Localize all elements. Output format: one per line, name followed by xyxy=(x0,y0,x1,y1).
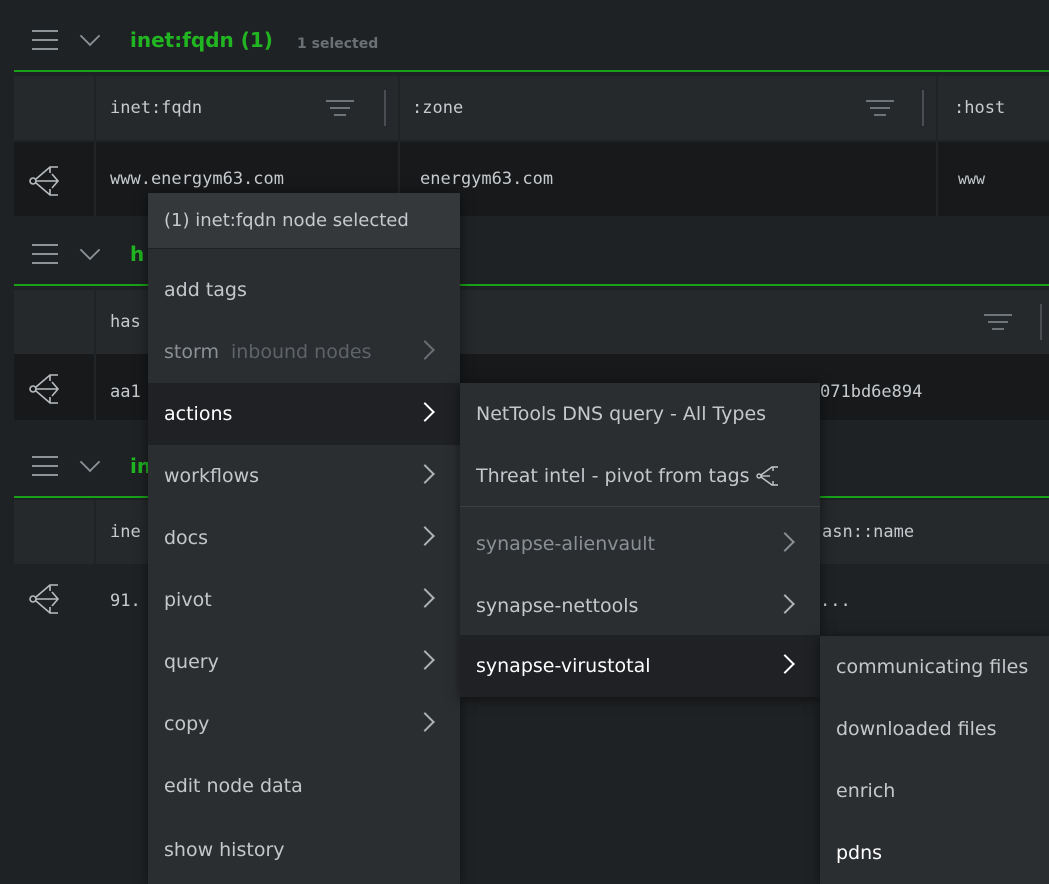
menu-item-workflows[interactable]: workflows xyxy=(148,445,460,507)
menu-item-nettools-dns[interactable]: NetTools DNS query - All Types xyxy=(460,383,820,445)
chevron-right-icon xyxy=(415,464,435,484)
filter-icon[interactable] xyxy=(984,314,1012,330)
section-title: h xyxy=(130,242,145,266)
menu-item-synapse-alienvault[interactable]: synapse-alienvault xyxy=(460,513,820,575)
hamburger-menu-icon[interactable] xyxy=(32,244,58,264)
section-header-fqdn: inet:fqdn (1) 1 selected xyxy=(14,14,1049,72)
chevron-right-icon xyxy=(775,532,795,552)
filter-icon[interactable] xyxy=(866,100,894,116)
menu-item-docs[interactable]: docs xyxy=(148,507,460,569)
hamburger-menu-icon[interactable] xyxy=(32,456,58,476)
menu-item-threat-intel[interactable]: Threat intel - pivot from tags xyxy=(460,445,820,507)
menu-item-actions[interactable]: actions xyxy=(148,383,460,445)
chevron-right-icon xyxy=(415,588,435,608)
chevron-down-icon[interactable] xyxy=(79,239,101,261)
menu-item-synapse-virustotal[interactable]: synapse-virustotal xyxy=(460,635,820,697)
context-menu: (1) inet:fqdn node selected add tags sto… xyxy=(148,193,460,884)
menu-item-enrich[interactable]: enrich xyxy=(820,760,1049,822)
column-header[interactable]: has xyxy=(110,290,141,354)
menu-header: (1) inet:fqdn node selected xyxy=(148,193,460,249)
pivot-icon xyxy=(755,465,778,486)
chevron-down-icon[interactable] xyxy=(79,451,101,473)
column-header-zone[interactable]: :zone xyxy=(412,76,463,140)
actions-submenu: NetTools DNS query - All Types Threat in… xyxy=(460,383,820,697)
chevron-right-icon xyxy=(415,712,435,732)
pivot-icon[interactable] xyxy=(28,164,62,198)
selection-count: 1 selected xyxy=(297,36,379,52)
cell-host: www xyxy=(958,170,986,188)
virustotal-submenu: communicating files downloaded files enr… xyxy=(820,636,1049,884)
chevron-right-icon xyxy=(775,654,795,674)
menu-item-show-history[interactable]: show history xyxy=(148,819,460,881)
menu-item-pivot[interactable]: pivot xyxy=(148,569,460,631)
chevron-right-icon xyxy=(415,402,435,422)
chevron-down-icon[interactable] xyxy=(79,25,101,47)
chevron-right-icon xyxy=(415,526,435,546)
menu-item-copy[interactable]: copy xyxy=(148,693,460,755)
chevron-right-icon xyxy=(775,594,795,614)
cell-hash: aa1 xyxy=(110,382,141,402)
menu-item-synapse-nettools[interactable]: synapse-nettools xyxy=(460,575,820,637)
cell-asn-name: ... xyxy=(820,591,851,611)
menu-item-add-tags[interactable]: add tags xyxy=(148,259,460,321)
filter-icon[interactable] xyxy=(326,100,354,116)
column-header-asn-name[interactable]: asn::name xyxy=(822,500,914,564)
table-header-row: inet:fqdn :zone :host xyxy=(14,76,1049,140)
menu-item-communicating-files[interactable]: communicating files xyxy=(820,636,1049,698)
cell-ip: 91. xyxy=(110,591,141,611)
menu-item-downloaded-files[interactable]: downloaded files xyxy=(820,698,1049,760)
pivot-icon[interactable] xyxy=(28,582,62,616)
cell-hash-tail: 071bd6e894 xyxy=(820,382,923,402)
menu-item-storm[interactable]: storm inbound nodes xyxy=(148,321,460,383)
hamburger-menu-icon[interactable] xyxy=(32,30,58,50)
column-header-fqdn[interactable]: inet:fqdn xyxy=(110,76,202,140)
menu-item-edit-node-data[interactable]: edit node data xyxy=(148,755,460,817)
menu-item-query[interactable]: query xyxy=(148,631,460,693)
pivot-icon[interactable] xyxy=(28,372,62,406)
column-header-host[interactable]: :host xyxy=(954,76,1005,140)
chevron-right-icon xyxy=(415,650,435,670)
column-header[interactable]: ine xyxy=(110,500,141,564)
chevron-right-icon xyxy=(415,340,435,360)
section-title: inet:fqdn (1) xyxy=(130,28,273,52)
menu-item-pdns[interactable]: pdns xyxy=(820,822,1049,884)
